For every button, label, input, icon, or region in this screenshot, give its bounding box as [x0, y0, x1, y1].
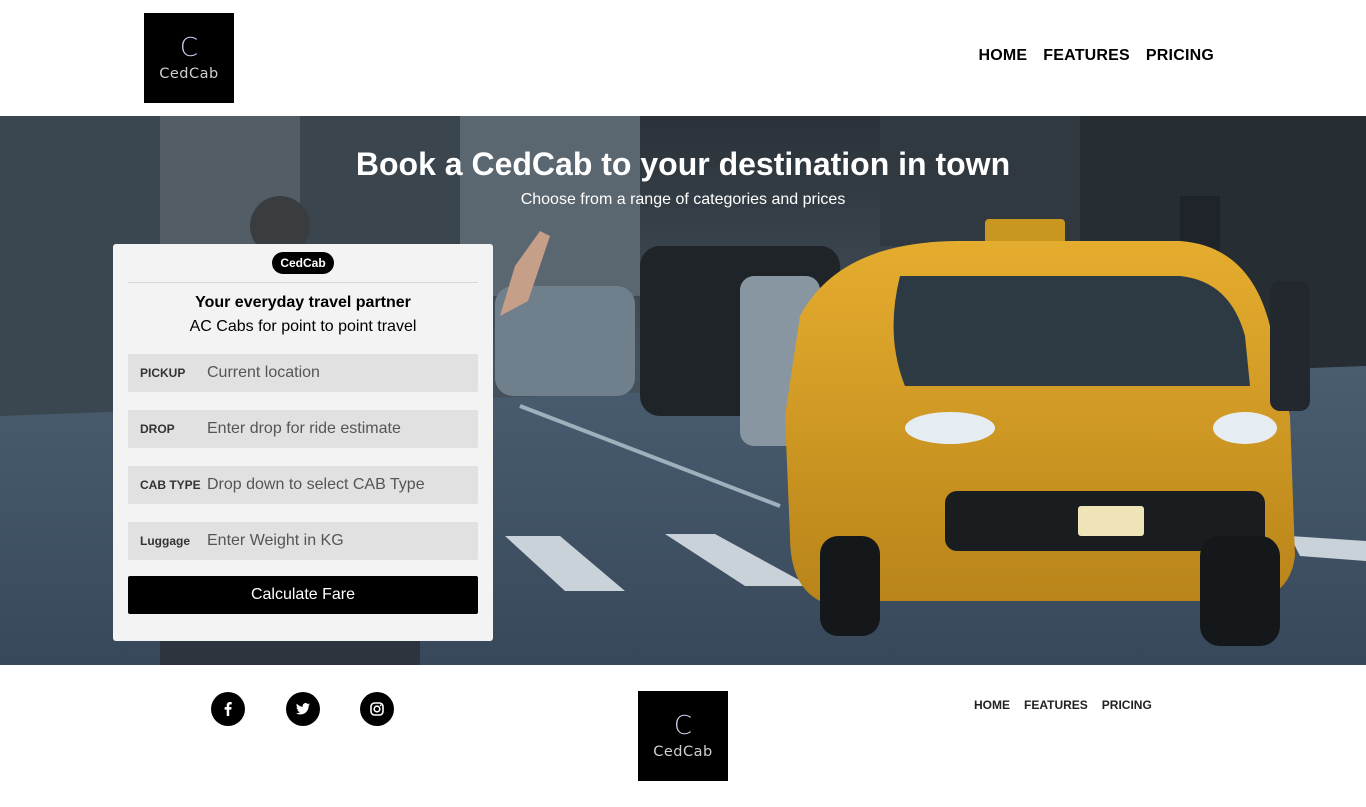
nav-pricing-link[interactable]: PRICING — [1146, 47, 1214, 65]
drop-label: DROP — [140, 422, 175, 436]
card-tagline: AC Cabs for point to point travel — [189, 318, 417, 335]
twitter-icon[interactable] — [286, 692, 320, 726]
footer-logo-mark: C — [673, 711, 693, 741]
cab-type-label: CAB TYPE — [140, 478, 201, 492]
booking-card: CedCab Your everyday travel partner AC C… — [113, 244, 493, 641]
footer-logo[interactable]: C CedCab — [638, 691, 728, 781]
pickup-field[interactable]: PICKUP Current location — [128, 354, 478, 392]
instagram-icon[interactable] — [360, 692, 394, 726]
logo-mark: C — [179, 33, 199, 63]
main-nav: HOME FEATURES PRICING — [978, 47, 1214, 65]
footer-logo-wordmark: CedCab — [653, 744, 713, 760]
calculate-fare-button[interactable]: Calculate Fare — [128, 576, 478, 614]
site-header: C CedCab HOME FEATURES PRICING — [0, 0, 1366, 116]
hero-subtitle: Choose from a range of categories and pr… — [520, 191, 846, 208]
footer-nav-pricing-link[interactable]: PRICING — [1102, 698, 1152, 712]
facebook-icon[interactable] — [211, 692, 245, 726]
card-header: CedCab — [128, 244, 478, 283]
footer-nav-home-link[interactable]: HOME — [974, 698, 1010, 712]
logo-wordmark: CedCab — [159, 66, 219, 82]
header-logo[interactable]: C CedCab — [144, 13, 234, 103]
nav-home-link[interactable]: HOME — [978, 47, 1027, 65]
hero-section: Book a CedCab to your destination in tow… — [0, 116, 1366, 665]
pickup-input[interactable]: Current location — [207, 364, 320, 382]
hero-title: Book a CedCab to your destination in tow… — [355, 146, 1011, 182]
site-footer: C CedCab HOME FEATURES PRICING — [0, 665, 1366, 807]
cab-type-field[interactable]: CAB TYPE Drop down to select CAB Type — [128, 466, 478, 504]
luggage-field[interactable]: Luggage Enter Weight in KG — [128, 522, 478, 560]
luggage-input[interactable]: Enter Weight in KG — [207, 532, 344, 550]
drop-field[interactable]: DROP Enter drop for ride estimate — [128, 410, 478, 448]
nav-features-link[interactable]: FEATURES — [1043, 47, 1130, 65]
luggage-label: Luggage — [140, 534, 190, 548]
pickup-label: PICKUP — [140, 366, 186, 380]
drop-input[interactable]: Enter drop for ride estimate — [207, 420, 401, 438]
card-heading: Your everyday travel partner — [195, 294, 411, 311]
brand-badge: CedCab — [272, 252, 334, 274]
footer-nav: HOME FEATURES PRICING — [974, 698, 1152, 712]
cab-type-select[interactable]: Drop down to select CAB Type — [207, 476, 425, 494]
footer-nav-features-link[interactable]: FEATURES — [1024, 698, 1088, 712]
